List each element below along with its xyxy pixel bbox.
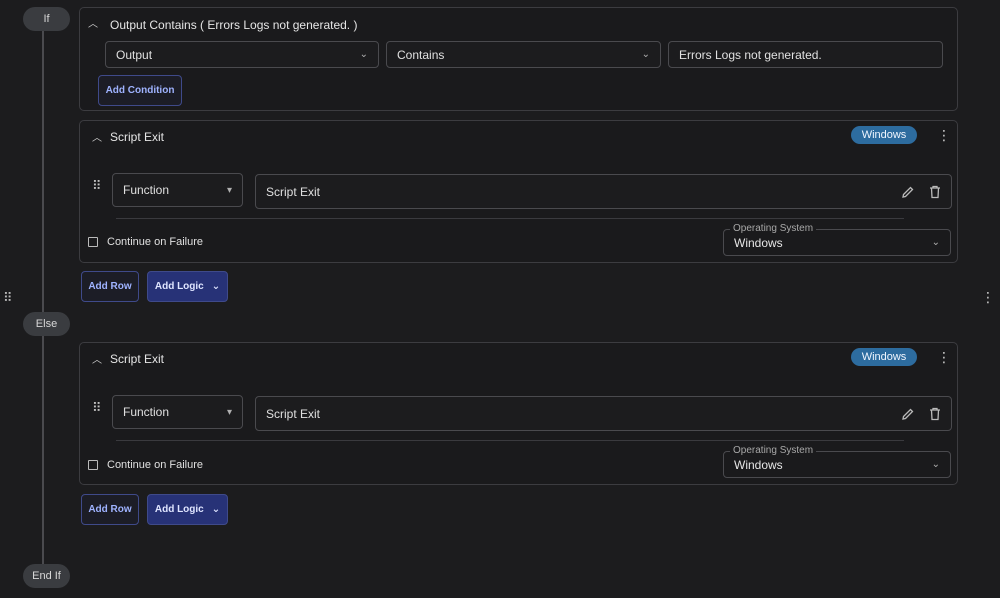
continue-on-failure-label: Continue on Failure bbox=[107, 236, 204, 248]
else-script-exit-card: ︿ Script Exit Windows ⋮ ⠿ Function ▾ Scr… bbox=[79, 342, 958, 485]
divider bbox=[116, 440, 904, 441]
chevron-down-icon: ▾ bbox=[226, 406, 232, 418]
else-block-title: Script Exit bbox=[110, 352, 165, 366]
kebab-icon[interactable]: ⋮ bbox=[981, 290, 995, 304]
chevron-down-icon: ⌄ bbox=[931, 237, 940, 248]
condition-value-input[interactable]: Errors Logs not generated. bbox=[668, 41, 943, 68]
condition-operator-select[interactable]: Contains ⌄ bbox=[386, 41, 661, 68]
if-type-select[interactable]: Function ▾ bbox=[112, 173, 243, 207]
chevron-down-icon: ⌄ bbox=[211, 504, 221, 515]
if-script-exit-card: ︿ Script Exit Windows ⋮ ⠿ Function ▾ Scr… bbox=[79, 120, 958, 263]
condition-field-value: Output bbox=[116, 47, 153, 62]
drag-handle-icon[interactable]: ⠿ bbox=[3, 291, 13, 304]
chevron-down-icon: ⌄ bbox=[359, 49, 368, 60]
else-pill: Else bbox=[23, 312, 70, 336]
condition-title: Output Contains ( Errors Logs not genera… bbox=[110, 18, 358, 32]
kebab-icon[interactable]: ⋮ bbox=[937, 350, 951, 364]
pencil-icon[interactable] bbox=[901, 407, 915, 421]
operating-system-select[interactable]: Operating System Windows ⌄ bbox=[723, 445, 951, 478]
flow-line bbox=[42, 20, 44, 580]
kebab-icon[interactable]: ⋮ bbox=[937, 128, 951, 142]
if-script-value: Script Exit bbox=[266, 184, 321, 199]
os-legend: Operating System bbox=[730, 445, 817, 457]
os-legend: Operating System bbox=[730, 223, 817, 235]
drag-handle-icon[interactable]: ⠿ bbox=[92, 179, 102, 192]
divider bbox=[116, 218, 904, 219]
chevron-up-icon[interactable]: ︿ bbox=[88, 15, 98, 30]
continue-on-failure-checkbox[interactable] bbox=[88, 237, 98, 247]
os-value: Windows bbox=[734, 458, 783, 472]
else-script-value: Script Exit bbox=[266, 406, 321, 421]
else-type-value: Function bbox=[123, 405, 170, 419]
chevron-down-icon: ⌄ bbox=[211, 281, 221, 292]
condition-field-select[interactable]: Output ⌄ bbox=[105, 41, 379, 68]
if-block-title: Script Exit bbox=[110, 130, 165, 144]
continue-on-failure-checkbox[interactable] bbox=[88, 460, 98, 470]
chevron-down-icon: ⌄ bbox=[641, 49, 650, 60]
operating-system-select[interactable]: Operating System Windows ⌄ bbox=[723, 223, 951, 256]
chevron-up-icon[interactable]: ︿ bbox=[92, 351, 102, 366]
os-value: Windows bbox=[734, 236, 783, 250]
condition-card: ︿ Output Contains ( Errors Logs not gene… bbox=[79, 7, 958, 111]
else-type-select[interactable]: Function ▾ bbox=[112, 395, 243, 429]
chevron-up-icon[interactable]: ︿ bbox=[92, 129, 102, 144]
else-script-field[interactable]: Script Exit bbox=[255, 396, 952, 431]
end-if-pill: End If bbox=[23, 564, 70, 588]
add-logic-label: Add Logic bbox=[154, 504, 204, 515]
add-condition-button[interactable]: Add Condition bbox=[98, 75, 182, 106]
chevron-down-icon: ▾ bbox=[226, 184, 232, 196]
chevron-down-icon: ⌄ bbox=[931, 459, 940, 470]
add-row-button[interactable]: Add Row bbox=[81, 494, 139, 525]
condition-value-text: Errors Logs not generated. bbox=[679, 47, 822, 62]
if-script-field[interactable]: Script Exit bbox=[255, 174, 952, 209]
add-logic-button[interactable]: Add Logic ⌄ bbox=[147, 494, 228, 525]
if-type-value: Function bbox=[123, 183, 170, 197]
os-badge: Windows bbox=[851, 348, 917, 366]
if-pill: If bbox=[23, 7, 70, 31]
drag-handle-icon[interactable]: ⠿ bbox=[92, 401, 102, 414]
os-badge: Windows bbox=[851, 126, 917, 144]
trash-icon[interactable] bbox=[929, 407, 941, 421]
continue-on-failure-label: Continue on Failure bbox=[107, 459, 204, 471]
add-logic-label: Add Logic bbox=[154, 281, 204, 292]
pencil-icon[interactable] bbox=[901, 185, 915, 199]
add-logic-button[interactable]: Add Logic ⌄ bbox=[147, 271, 228, 302]
condition-operator-value: Contains bbox=[397, 47, 445, 62]
trash-icon[interactable] bbox=[929, 185, 941, 199]
add-row-button[interactable]: Add Row bbox=[81, 271, 139, 302]
